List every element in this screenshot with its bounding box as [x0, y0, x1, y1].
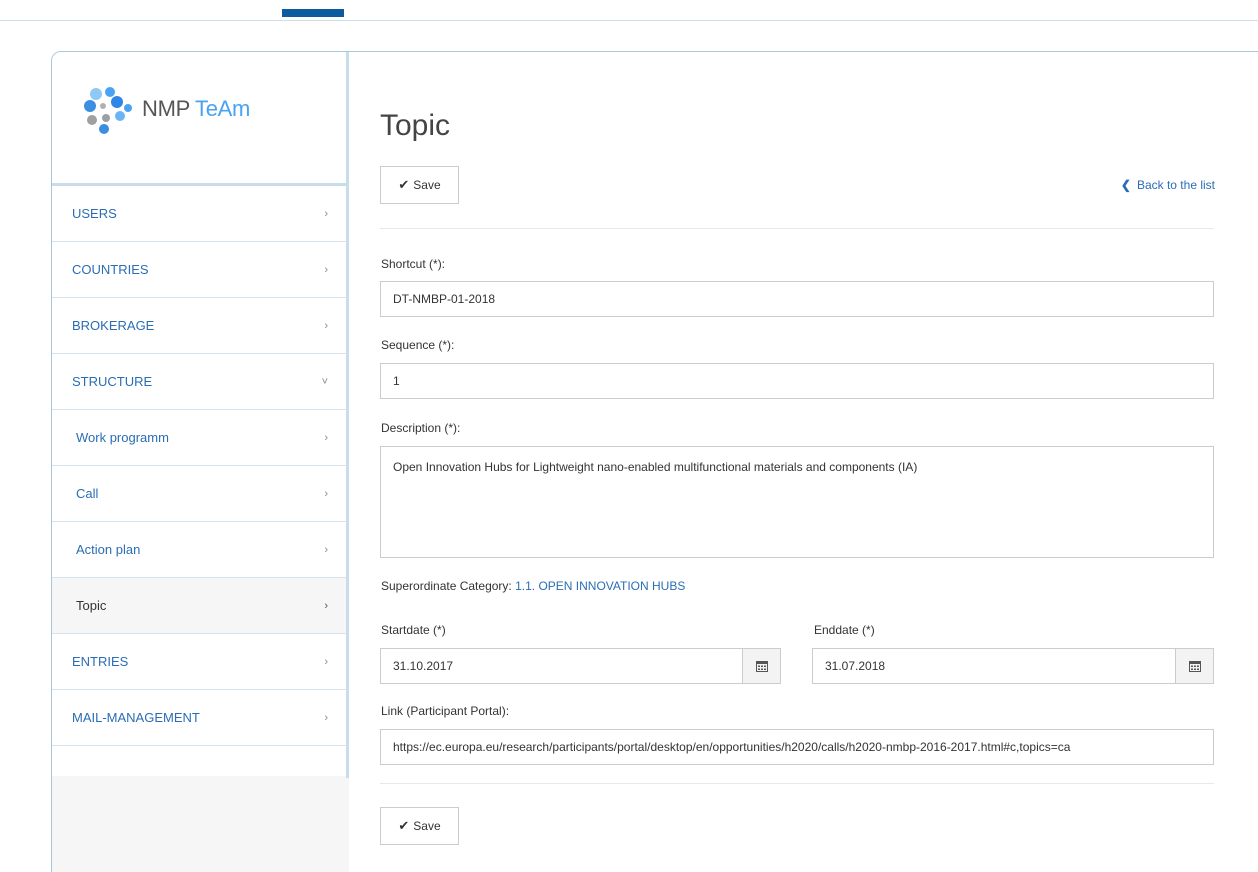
logo-box: NMP TeAm [52, 52, 348, 186]
enddate-input[interactable]: 31.07.2018 [812, 648, 1176, 684]
startdate-calendar-button[interactable] [742, 648, 781, 684]
save-button-top[interactable]: ✔ Save [380, 166, 459, 204]
category-link[interactable]: 1.1. OPEN INNOVATION HUBS [515, 579, 685, 593]
startdate-label: Startdate (*) [381, 623, 446, 637]
description-textarea[interactable]: Open Innovation Hubs for Lightweight nan… [380, 446, 1214, 558]
sidebar-item-users[interactable]: USERS › [52, 186, 348, 242]
sidebar-item-topic[interactable]: Topic › [52, 578, 348, 634]
sidebar-item-work-programm[interactable]: Work programm › [52, 410, 348, 466]
sequence-input[interactable]: 1 [380, 363, 1214, 399]
link-input[interactable]: https://ec.europa.eu/research/participan… [380, 729, 1214, 765]
shortcut-input[interactable]: DT-NMBP-01-2018 [380, 281, 1214, 317]
chevron-right-icon: › [324, 487, 328, 500]
chevron-right-icon: › [324, 655, 328, 668]
logo-molecule-icon [84, 87, 132, 134]
back-label: Back to the list [1136, 178, 1215, 192]
sidebar-nav: USERS › COUNTRIES › BROKERAGE › STRUCTUR… [52, 186, 348, 776]
divider [380, 228, 1214, 229]
logo-text: NMP TeAm [142, 96, 251, 121]
category-label: Superordinate Category: [381, 579, 512, 593]
sidebar-item-label: STRUCTURE [72, 374, 153, 389]
enddate-calendar-button[interactable] [1175, 648, 1214, 684]
chevron-right-icon: › [324, 599, 328, 612]
sidebar: NMP TeAm USERS › COUNTRIES › BROKERAGE ›… [52, 52, 349, 872]
calendar-icon [1188, 661, 1201, 672]
chevron-down-icon: ˅ [321, 375, 328, 388]
back-to-list-link[interactable]: ❮ Back to the list [1121, 178, 1215, 192]
divider [380, 783, 1214, 784]
save-label: Save [413, 819, 441, 833]
top-divider [0, 20, 1258, 21]
sidebar-item-structure[interactable]: STRUCTURE ˅ [52, 354, 348, 410]
description-label: Description (*): [381, 421, 461, 435]
main-content: Topic ✔ Save ❮ Back to the list Shortcut … [349, 52, 1258, 872]
chevron-right-icon: › [324, 543, 328, 556]
sidebar-item-label: MAIL-MANAGEMENT [72, 710, 200, 725]
sidebar-item-call[interactable]: Call › [52, 466, 348, 522]
top-tab-indicator [282, 9, 344, 17]
superordinate-category: Superordinate Category: 1.1. OPEN INNOVA… [381, 579, 685, 593]
chevron-right-icon: › [324, 431, 328, 444]
sidebar-item-mail-management[interactable]: MAIL-MANAGEMENT › [52, 690, 348, 746]
page-title: Topic [380, 109, 451, 142]
check-icon: ✔ [398, 818, 410, 833]
app-frame: NMP TeAm USERS › COUNTRIES › BROKERAGE ›… [51, 51, 1258, 872]
sidebar-filler [52, 746, 348, 776]
sidebar-item-countries[interactable]: COUNTRIES › [52, 242, 348, 298]
logo[interactable]: NMP TeAm [82, 84, 250, 134]
sidebar-item-entries[interactable]: ENTRIES › [52, 634, 348, 690]
calendar-icon [755, 661, 768, 672]
link-label: Link (Participant Portal): [381, 704, 510, 718]
sidebar-item-label: Call [76, 486, 99, 501]
chevron-right-icon: › [324, 263, 328, 276]
sidebar-item-brokerage[interactable]: BROKERAGE › [52, 298, 348, 354]
sequence-label: Sequence (*): [381, 338, 455, 352]
chevron-right-icon: › [324, 711, 328, 724]
chevron-right-icon: › [324, 207, 328, 220]
save-button-bottom[interactable]: ✔ Save [380, 807, 459, 845]
sidebar-item-label: Work programm [76, 430, 169, 445]
save-label: Save [413, 178, 441, 192]
enddate-label: Enddate (*) [814, 623, 875, 637]
chevron-right-icon: › [324, 319, 328, 332]
sidebar-item-label: COUNTRIES [72, 262, 149, 277]
sidebar-item-label: BROKERAGE [72, 318, 155, 333]
startdate-input[interactable]: 31.10.2017 [380, 648, 743, 684]
check-icon: ✔ [398, 177, 410, 192]
sidebar-item-label: USERS [72, 206, 117, 221]
shortcut-label: Shortcut (*): [381, 257, 446, 271]
chevron-left-icon: ❮ [1120, 178, 1131, 192]
sidebar-item-label: Action plan [76, 542, 141, 557]
sidebar-item-label: ENTRIES [72, 654, 129, 669]
sidebar-item-label: Topic [76, 598, 107, 613]
sidebar-item-action-plan[interactable]: Action plan › [52, 522, 348, 578]
